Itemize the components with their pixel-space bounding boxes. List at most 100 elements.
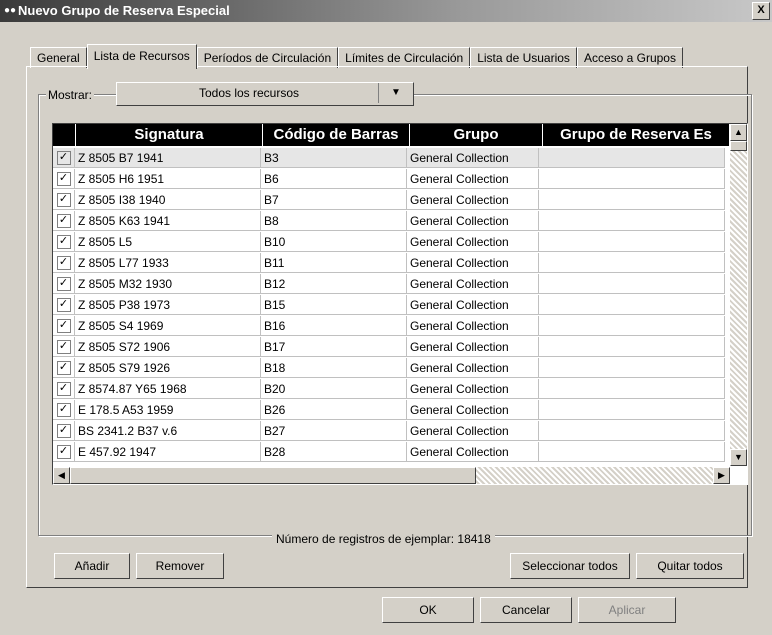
table-row[interactable]: ✓ Z 8505 P38 1973 B15 General Collection [53,295,725,316]
row-checkbox[interactable]: ✓ [56,255,71,270]
row-checkbox-cell[interactable]: ✓ [53,190,75,210]
horizontal-scroll-thumb[interactable] [70,467,476,484]
cell-grupo-reserva [539,232,725,252]
close-button[interactable]: X [752,2,770,20]
row-checkbox[interactable]: ✓ [56,150,71,165]
row-checkbox-cell[interactable]: ✓ [53,316,75,336]
ok-button[interactable]: OK [382,597,474,623]
remove-button[interactable]: Remover [136,553,224,579]
table-row[interactable]: ✓ Z 8574.87 Y65 1968 B20 General Collection [53,379,725,400]
row-checkbox[interactable]: ✓ [56,423,71,438]
row-checkbox-cell[interactable]: ✓ [53,358,75,378]
row-checkbox-cell[interactable]: ✓ [53,379,75,399]
table-row[interactable]: ✓ Z 8505 L77 1933 B11 General Collection [53,253,725,274]
table-row[interactable]: ✓ Z 8505 L5 B10 General Collection [53,232,725,253]
title-bar[interactable]: ●● Nuevo Grupo de Reserva Especial X [0,0,772,22]
mostrar-selected: Todos los recursos [198,86,300,100]
row-checkbox[interactable]: ✓ [56,192,71,207]
mostrar-dropdown[interactable]: Todos los recursos ▼ [116,82,414,106]
table-row[interactable]: ✓ E 457.92 1947 B28 General Collection [53,442,725,463]
column-grupo-reserva[interactable]: Grupo de Reserva Es [543,124,730,146]
chevron-down-icon[interactable]: ▼ [378,83,413,103]
row-checkbox[interactable]: ✓ [56,381,71,396]
cell-grupo: General Collection [407,148,539,168]
column-grupo[interactable]: Grupo [410,124,543,146]
scroll-up-icon[interactable]: ▲ [730,124,747,141]
clear-all-button[interactable]: Quitar todos [636,553,744,579]
tab-lista-recursos[interactable]: Lista de Recursos [86,44,197,69]
table-row[interactable]: ✓ Z 8505 M32 1930 B12 General Collection [53,274,725,295]
cell-signatura: Z 8505 S72 1906 [75,337,261,357]
row-checkbox-cell[interactable]: ✓ [53,442,75,462]
table-row[interactable]: ✓ Z 8505 S72 1906 B17 General Collection [53,337,725,358]
cell-codigo-barras: B10 [261,232,407,252]
row-checkbox-cell[interactable]: ✓ [53,253,75,273]
row-checkbox-cell[interactable]: ✓ [53,400,75,420]
row-checkbox[interactable]: ✓ [56,402,71,417]
table-row[interactable]: ✓ BS 2341.2 B37 v.6 B27 General Collection [53,421,725,442]
tab-periodos-circulacion[interactable]: Períodos de Circulación [196,47,339,68]
table-row[interactable]: ✓ Z 8505 S4 1969 B16 General Collection [53,316,725,337]
vertical-scrollbar[interactable]: ▲ ▼ [730,124,747,466]
row-checkbox[interactable]: ✓ [56,234,71,249]
resources-table: Signatura Código de Barras Grupo Grupo d… [52,123,748,485]
table-row[interactable]: ✓ Z 8505 B7 1941 B3 General Collection [53,148,725,169]
row-checkbox-cell[interactable]: ✓ [53,421,75,441]
table-row[interactable]: ✓ E 178.5 A53 1959 B26 General Collection [53,400,725,421]
cell-codigo-barras: B18 [261,358,407,378]
select-all-button[interactable]: Seleccionar todos [510,553,630,579]
cell-grupo-reserva [539,421,725,441]
row-checkbox-cell[interactable]: ✓ [53,232,75,252]
cell-grupo-reserva [539,211,725,231]
row-checkbox[interactable]: ✓ [56,360,71,375]
tab-lista-usuarios[interactable]: Lista de Usuarios [470,47,577,68]
row-checkbox[interactable]: ✓ [56,171,71,186]
cell-grupo: General Collection [407,400,539,420]
row-checkbox-cell[interactable]: ✓ [53,337,75,357]
scroll-down-icon[interactable]: ▼ [730,449,747,466]
row-checkbox[interactable]: ✓ [56,276,71,291]
cell-signatura: E 457.92 1947 [75,442,261,462]
add-button[interactable]: Añadir [54,553,130,579]
tab-limites-circulacion[interactable]: Límites de Circulación [338,47,471,68]
row-checkbox[interactable]: ✓ [56,213,71,228]
cell-grupo: General Collection [407,358,539,378]
scroll-right-icon[interactable]: ▶ [713,467,730,484]
horizontal-scrollbar[interactable]: ◀ ▶ [53,467,730,484]
cell-grupo: General Collection [407,169,539,189]
row-checkbox-cell[interactable]: ✓ [53,274,75,294]
row-checkbox[interactable]: ✓ [56,297,71,312]
row-checkbox[interactable]: ✓ [56,339,71,354]
vertical-scroll-thumb[interactable] [730,141,747,151]
cell-signatura: E 178.5 A53 1959 [75,400,261,420]
row-checkbox-cell[interactable]: ✓ [53,148,75,168]
tab-acceso-grupos[interactable]: Acceso a Grupos [576,47,683,68]
cell-codigo-barras: B15 [261,295,407,315]
row-checkbox-cell[interactable]: ✓ [53,295,75,315]
table-row[interactable]: ✓ Z 8505 H6 1951 B6 General Collection [53,169,725,190]
cell-grupo-reserva [539,253,725,273]
record-count: Número de registros de ejemplar: 18418 [272,532,495,546]
cell-signatura: Z 8505 S79 1926 [75,358,261,378]
row-checkbox[interactable]: ✓ [56,318,71,333]
tab-general[interactable]: General [30,47,87,68]
cell-codigo-barras: B28 [261,442,407,462]
cell-grupo-reserva [539,169,725,189]
cell-codigo-barras: B27 [261,421,407,441]
table-row[interactable]: ✓ Z 8505 K63 1941 B8 General Collection [53,211,725,232]
table-row[interactable]: ✓ Z 8505 S79 1926 B18 General Collection [53,358,725,379]
cancel-button[interactable]: Cancelar [480,597,572,623]
window-title: Nuevo Grupo de Reserva Especial [18,3,230,18]
table-row[interactable]: ✓ Z 8505 I38 1940 B7 General Collection [53,190,725,211]
row-checkbox-cell[interactable]: ✓ [53,211,75,231]
row-checkbox[interactable]: ✓ [56,444,71,459]
column-codigo-barras[interactable]: Código de Barras [263,124,410,146]
scroll-left-icon[interactable]: ◀ [53,467,70,484]
cell-grupo-reserva [539,316,725,336]
column-signatura[interactable]: Signatura [76,124,263,146]
cell-grupo-reserva [539,295,725,315]
apply-button[interactable]: Aplicar [578,597,676,623]
cell-grupo-reserva [539,442,725,462]
cell-codigo-barras: B3 [261,148,407,168]
row-checkbox-cell[interactable]: ✓ [53,169,75,189]
